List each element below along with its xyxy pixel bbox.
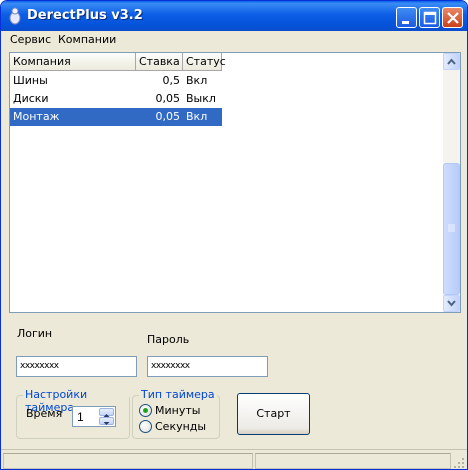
start-button[interactable]: Старт [237, 393, 310, 435]
maximize-icon [423, 11, 437, 25]
seconds-radio[interactable] [139, 420, 152, 433]
app-icon [9, 7, 21, 25]
timer-type-title: Тип таймера [139, 388, 217, 401]
cell-company: Шины [13, 74, 48, 87]
scroll-up-arrow-icon [447, 58, 456, 65]
seconds-label[interactable]: Секунды [155, 420, 206, 433]
status-bar [1, 449, 467, 469]
status-panel-2 [255, 453, 451, 469]
cell-company: Монтаж [13, 110, 60, 123]
cell-rate: 0,05 [155, 92, 181, 105]
minimize-icon [402, 21, 409, 24]
cell-company: Диски [13, 92, 49, 105]
radio-selected-dot [143, 408, 148, 413]
time-spinner[interactable]: 1 [72, 406, 116, 427]
time-value[interactable]: 1 [77, 410, 84, 424]
title-bar[interactable]: DerectPlus v3.2 [1, 1, 467, 31]
table-row[interactable]: Шины 0,5 Вкл [10, 72, 222, 90]
scroll-up-button[interactable] [443, 53, 460, 70]
login-label: Логин [17, 327, 53, 340]
close-button[interactable] [442, 7, 463, 28]
time-label: Время [26, 407, 63, 420]
maximize-button[interactable] [419, 7, 440, 28]
login-input[interactable]: xxxxxxxx [16, 356, 137, 377]
spinner-buttons [99, 408, 114, 425]
minutes-label[interactable]: Минуты [155, 404, 200, 417]
spin-down-icon [103, 422, 110, 425]
scroll-grip-icon [448, 224, 455, 232]
spin-up-button[interactable] [99, 408, 114, 417]
table-header: Компания Ставка Статус [10, 53, 226, 71]
cell-status: Вкл [186, 110, 208, 123]
scroll-down-button[interactable] [443, 295, 460, 312]
app-window: DerectPlus v3.2 Сервис Компании Компания… [0, 0, 468, 470]
menu-bar: Сервис Компании [1, 31, 467, 49]
cell-rate: 0,05 [155, 110, 181, 123]
cell-rate: 0,5 [162, 74, 181, 87]
column-header-rate[interactable]: Ставка [136, 53, 183, 71]
companies-table[interactable]: Компания Ставка Статус Шины 0,5 Вкл Диск… [9, 52, 461, 313]
column-header-status[interactable]: Статус [183, 53, 226, 71]
table-row[interactable]: Диски 0,05 Выкл [10, 90, 222, 108]
menu-item-companies[interactable]: Компании [58, 33, 116, 46]
vertical-scrollbar[interactable] [443, 53, 460, 312]
minimize-button[interactable] [396, 7, 417, 28]
password-input[interactable]: xxxxxxxx [147, 356, 268, 377]
minutes-radio[interactable] [139, 404, 152, 417]
spin-down-button[interactable] [99, 417, 114, 425]
password-label: Пароль [147, 333, 190, 346]
resize-grip-icon[interactable] [453, 457, 465, 469]
scroll-down-arrow-icon [447, 300, 456, 307]
status-panel-1 [3, 453, 253, 469]
menu-item-service[interactable]: Сервис [10, 33, 51, 46]
window-title: DerectPlus v3.2 [27, 8, 143, 23]
table-row-selected[interactable]: Монтаж 0,05 Вкл [10, 108, 222, 126]
scroll-thumb[interactable] [443, 163, 460, 295]
cell-status: Вкл [186, 74, 208, 87]
column-header-company[interactable]: Компания [10, 53, 136, 71]
cell-status: Выкл [186, 92, 216, 105]
close-icon [447, 12, 459, 24]
